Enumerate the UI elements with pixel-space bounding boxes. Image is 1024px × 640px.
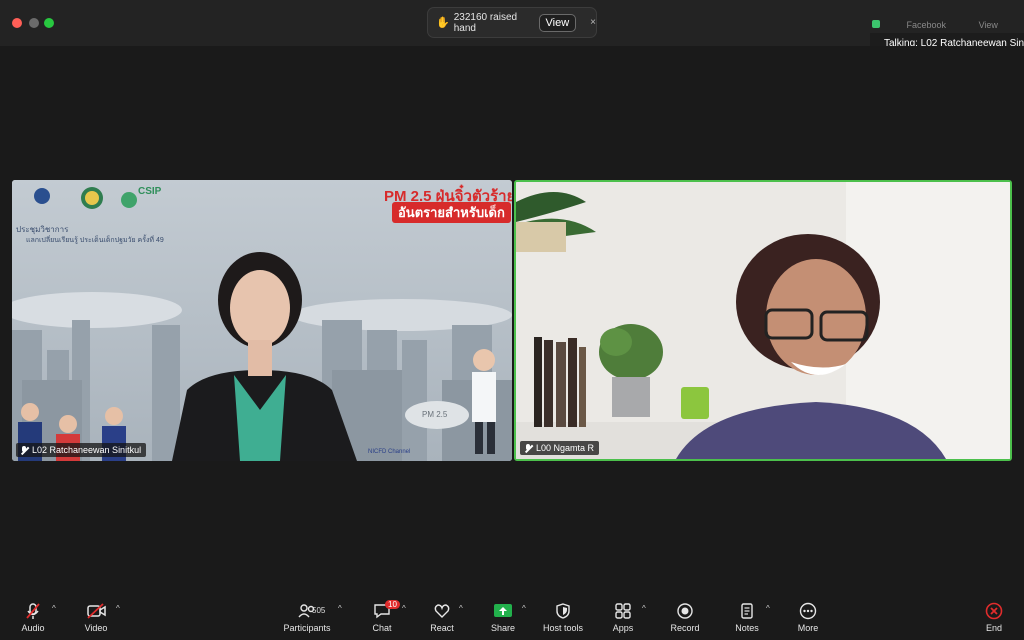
react-button[interactable]: React [412, 598, 472, 638]
end-label: End [985, 623, 1002, 633]
shield-icon [556, 603, 570, 619]
apps-label: Apps [612, 623, 634, 633]
participant-background [516, 182, 1010, 459]
participants-count: 505 [312, 606, 326, 615]
record-label: Record [670, 623, 700, 633]
pm-cloud-label: PM 2.5 [422, 410, 448, 419]
facebook-live-icon[interactable] [872, 20, 880, 28]
org-label: CSIP [138, 186, 162, 197]
muted-microphone-icon [26, 603, 40, 619]
video-options-chevron-icon[interactable]: ^ [116, 604, 120, 613]
top-right-controls: Facebook View [864, 20, 1024, 30]
participant-name: L00 Ngamta R [536, 443, 595, 453]
raised-hand-notification: ✋ 232160 raised hand View × [427, 7, 597, 38]
raised-hand-icon: ✋ [436, 17, 450, 29]
event-line-2: แลกเปลี่ยนเรียนรู้ ประเด็นเด็กปฐมวัย ครั… [26, 237, 164, 244]
video-off-icon [87, 603, 106, 619]
notes-icon [741, 603, 753, 619]
record-button[interactable]: Record [655, 598, 715, 638]
minimize-window-button[interactable] [29, 18, 39, 28]
video-label: Video [84, 623, 108, 633]
apps-icon [615, 603, 631, 619]
muted-mic-icon [524, 443, 532, 453]
chat-unread-badge: 10 [385, 600, 400, 609]
react-options-chevron-icon[interactable]: ^ [459, 604, 463, 613]
heart-icon [434, 604, 450, 618]
more-label: More [797, 623, 819, 633]
chat-options-chevron-icon[interactable]: ^ [402, 604, 406, 613]
record-icon [677, 603, 693, 619]
notes-label: Notes [735, 623, 759, 633]
react-label: React [430, 623, 454, 633]
more-icon [799, 602, 817, 620]
channel-footer: NICFD Channel [368, 449, 411, 455]
muted-mic-icon [20, 445, 28, 455]
end-meeting-button[interactable]: End [964, 598, 1024, 638]
end-call-icon [985, 602, 1003, 620]
participant-nameplate: L00 Ngamta R [520, 441, 600, 455]
share-screen-icon [494, 604, 512, 617]
close-notification-icon[interactable]: × [590, 17, 596, 28]
video-tile-right[interactable]: L00 Ngamta R [514, 180, 1012, 461]
chat-label: Chat [372, 623, 392, 633]
video-tile-left[interactable]: PM 2.5 ฝุ่นจิ๋วตัวร้าย อันตรายสำหรับเด็ก… [12, 180, 512, 461]
host-tools-label: Host tools [542, 623, 584, 633]
close-window-button[interactable] [12, 18, 22, 28]
meeting-toolbar: Audio ^ Video ^ 505 Participants ^ 10 Ch… [0, 596, 1024, 640]
more-button[interactable]: More [778, 598, 838, 638]
facebook-label[interactable]: Facebook [907, 20, 947, 30]
title-bar: ✋ 232160 raised hand View × Facebook Vie… [0, 0, 1024, 55]
apps-options-chevron-icon[interactable]: ^ [642, 604, 646, 613]
participant-nameplate: L02 Ratchaneewan Sinitkul [16, 443, 147, 457]
audio-options-chevron-icon[interactable]: ^ [52, 604, 56, 613]
audio-label: Audio [21, 623, 45, 633]
share-label: Share [490, 623, 516, 633]
notes-options-chevron-icon[interactable]: ^ [766, 604, 770, 613]
participant-name: L02 Ratchaneewan Sinitkul [32, 445, 142, 455]
participants-button[interactable]: 505 Participants [274, 598, 340, 638]
view-menu-label[interactable]: View [979, 20, 998, 30]
share-options-chevron-icon[interactable]: ^ [522, 604, 526, 613]
participants-label: Participants [283, 623, 331, 633]
view-button[interactable]: View [538, 13, 577, 32]
banner-subtitle: อันตรายสำหรับเด็ก [392, 202, 511, 223]
participants-options-chevron-icon[interactable]: ^ [338, 604, 342, 613]
host-tools-button[interactable]: Host tools [533, 598, 593, 638]
fullscreen-window-button[interactable] [44, 18, 54, 28]
raised-hand-text: 232160 raised hand [453, 11, 518, 34]
